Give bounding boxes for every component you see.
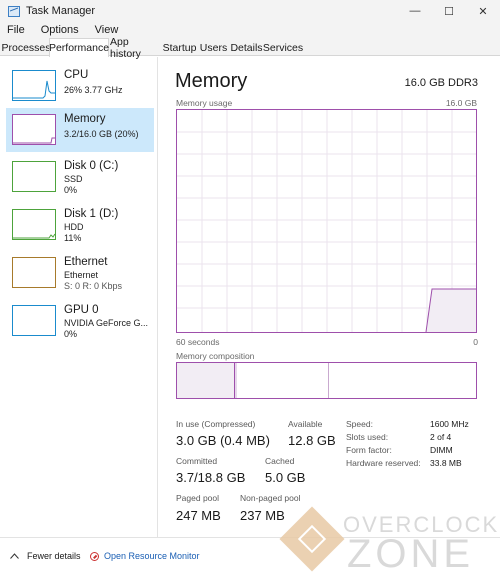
sidebar-item-label: CPU [64,69,89,81]
speed-key: Speed: [346,419,373,429]
sidebar-item-detail: 0% [64,185,78,195]
close-button[interactable]: ✕ [466,0,500,22]
composition-free [329,363,476,398]
composition-standby [237,363,329,398]
cached-value: 5.0 GB [265,470,306,485]
sidebar-item-detail: HDD [64,222,84,232]
gpu-0-mini-graph [12,305,56,336]
form-factor-value: DIMM [430,445,453,455]
menu-options[interactable]: Options [33,24,87,36]
memory-mini-graph-line [13,137,55,144]
paged-pool-value: 247 MB [176,508,221,523]
tab-details[interactable]: Details [229,39,264,56]
fewer-details-button[interactable]: Fewer details [10,551,81,561]
memory-composition-label: Memory composition [176,351,255,361]
sidebar-item-ethernet[interactable]: Ethernet Ethernet S: 0 R: 0 Kbps [6,251,154,295]
memory-composition-bar [176,362,477,399]
non-paged-pool-label: Non-paged pool [240,493,301,503]
committed-label: Committed [176,456,218,466]
cached-label: Cached [265,456,295,466]
sidebar-item-detail: SSD [64,174,83,184]
speed-value: 1600 MHz [430,419,469,429]
sidebar-item-disk-1[interactable]: Disk 1 (D:) HDD 11% [6,203,154,247]
sidebar-item-detail: 26% 3.77 GHz [64,85,123,95]
sidebar-item-detail: S: 0 R: 0 Kbps [64,281,123,291]
composition-in-use [177,363,235,398]
open-resource-monitor-label: Open Resource Monitor [104,551,200,561]
hardware-reserved-key: Hardware reserved: [346,458,421,468]
memory-usage-max: 16.0 GB [445,98,477,108]
performance-detail-panel: Memory 16.0 GB DDR3 Memory usage 16.0 GB… [158,57,500,537]
sidebar-item-detail: Ethernet [64,270,99,280]
sidebar-item-detail: 3.2/16.0 GB (20%) [64,129,139,139]
disk-0-mini-graph [12,161,56,192]
paged-pool-label: Paged pool [176,493,220,503]
sidebar-item-gpu-0[interactable]: GPU 0 NVIDIA GeForce G... 0% [6,299,154,343]
sidebar-item-detail: NVIDIA GeForce G... [64,318,149,328]
sidebar-item-label: Disk 0 (C:) [64,160,119,172]
tab-services[interactable]: Services [263,39,303,56]
sidebar-item-label: GPU 0 [64,304,99,316]
time-axis-end: 0 [473,337,478,347]
available-label: Available [288,419,323,429]
disk-1-mini-graph-line [13,233,56,239]
cpu-mini-graph [12,70,56,101]
sidebar-item-label: Memory [64,113,106,125]
sidebar-item-label: Disk 1 (D:) [64,208,119,220]
resource-sidebar: CPU 26% 3.77 GHz Memory 3.2/16.0 GB (20%… [0,57,158,537]
sidebar-item-detail: 0% [64,329,78,339]
sidebar-item-memory[interactable]: Memory 3.2/16.0 GB (20%) [6,108,154,152]
memory-spec: 16.0 GB DDR3 [404,77,478,89]
sidebar-item-disk-0[interactable]: Disk 0 (C:) SSD 0% [6,155,154,199]
sidebar-item-cpu[interactable]: CPU 26% 3.77 GHz [6,64,154,108]
task-manager-icon [8,5,20,17]
tab-processes[interactable]: Processes [1,39,50,56]
available-value: 12.8 GB [288,433,336,448]
memory-usage-graph [176,109,477,333]
fewer-details-label: Fewer details [27,551,81,561]
memory-mini-graph [12,114,56,145]
page-title: Memory [175,70,248,92]
memory-usage-graph-svg [177,110,476,332]
sidebar-item-detail: 11% [64,233,82,243]
in-use-value: 3.0 GB (0.4 MB) [176,433,270,448]
overclock-zone-watermark: OVERCLOCK ZONE [279,506,500,577]
chevron-up-icon [10,553,19,559]
disk-1-mini-graph [12,209,56,240]
menu-bar: File Options View [0,22,500,38]
slots-used-value: 2 of 4 [430,432,452,442]
ethernet-mini-graph [12,257,56,288]
tab-startup[interactable]: Startup [161,39,198,56]
minimize-button[interactable]: — [398,0,432,22]
resource-monitor-icon [90,551,99,561]
tab-performance[interactable]: Performance [49,38,109,57]
tab-bar: Processes Performance App history Startu… [0,36,500,60]
memory-usage-label: Memory usage [176,98,233,108]
window-title: Task Manager [26,5,96,17]
cpu-mini-graph-line [13,80,55,99]
in-use-label: In use (Compressed) [176,419,256,429]
non-paged-pool-value: 237 MB [240,508,285,523]
open-resource-monitor-link[interactable]: Open Resource Monitor [90,551,200,561]
menu-file[interactable]: File [0,24,33,36]
hardware-reserved-value: 33.8 MB [430,458,462,468]
tab-users[interactable]: Users [198,39,229,56]
slots-used-key: Slots used: [346,432,389,442]
window-controls: — ☐ ✕ [398,0,500,22]
watermark-text-bottom: ZONE [347,532,475,576]
title-bar: Task Manager — ☐ ✕ [0,0,500,22]
tab-app-history[interactable]: App history [109,36,161,60]
time-axis-start: 60 seconds [176,337,220,347]
sidebar-item-label: Ethernet [64,256,108,268]
maximize-button[interactable]: ☐ [432,0,466,22]
menu-view[interactable]: View [87,24,127,36]
committed-value: 3.7/18.8 GB [176,470,246,485]
usage-area [426,289,476,332]
form-factor-key: Form factor: [346,445,392,455]
